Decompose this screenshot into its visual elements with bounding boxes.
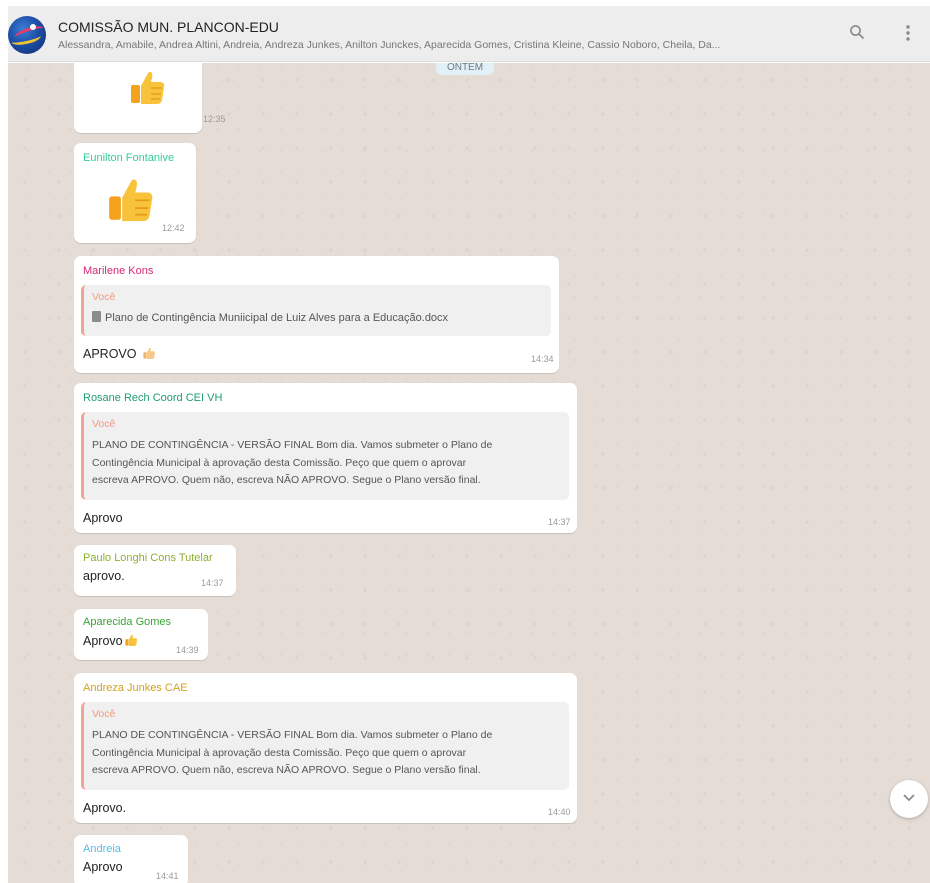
search-icon[interactable] xyxy=(846,24,868,46)
quoted-document: Plano de Contingência Muniicipal de Luiz… xyxy=(92,311,448,324)
message-time: 14:34 xyxy=(531,354,554,364)
message-text: Aprovo xyxy=(83,511,123,525)
message-bubble[interactable]: 12:35 xyxy=(74,63,226,133)
quoted-message[interactable]: Você PLANO DE CONTINGÊNCIA - VERSÃO FINA… xyxy=(81,702,569,790)
message-list[interactable]: ONTEM 12:35 Eunilton Fontanive 12:42 Mar… xyxy=(8,63,930,883)
thumbs-up-icon xyxy=(131,71,165,104)
quoted-message[interactable]: Você Plano de Contingência Muniicipal de… xyxy=(81,285,551,336)
message-bubble[interactable]: Andreia Aprovo 14:41 xyxy=(74,835,188,883)
message-time: 14:40 xyxy=(548,807,571,817)
message-sender[interactable]: Marilene Kons xyxy=(83,265,153,277)
thumbs-up-icon xyxy=(109,179,153,222)
chevron-down-icon xyxy=(903,794,915,802)
chat-header: COMISSÃO MUN. PLANCON-EDU Alessandra, Am… xyxy=(8,6,930,62)
message-time: 14:37 xyxy=(201,578,224,588)
thumbs-up-icon xyxy=(142,347,155,359)
quote-author: Você xyxy=(92,708,116,720)
message-sender[interactable]: Andreia xyxy=(83,843,121,855)
group-title[interactable]: COMISSÃO MUN. PLANCON-EDU xyxy=(58,19,279,35)
message-sender[interactable]: Andreza Junkes CAE xyxy=(83,682,188,694)
message-sender[interactable]: Rosane Rech Coord CEI VH xyxy=(83,392,222,404)
document-icon xyxy=(92,311,101,322)
message-time: 14:39 xyxy=(176,645,199,655)
message-bubble[interactable]: Aparecida Gomes Aprovo 14:39 xyxy=(74,609,208,660)
quote-body: PLANO DE CONTINGÊNCIA - VERSÃO FINAL Bom… xyxy=(92,729,493,776)
message-bubble[interactable]: Marilene Kons Você Plano de Contingência… xyxy=(74,256,559,373)
scroll-down-button[interactable] xyxy=(890,780,928,818)
message-time: 14:37 xyxy=(548,517,571,527)
message-text: Aprovo xyxy=(83,633,139,648)
group-participants[interactable]: Alessandra, Amabile, Andrea Altini, Andr… xyxy=(58,39,828,51)
date-divider: ONTEM xyxy=(436,63,494,75)
menu-dots-icon[interactable] xyxy=(897,24,919,46)
document-name: Plano de Contingência Muniicipal de Luiz… xyxy=(105,312,449,324)
message-bubble[interactable]: Eunilton Fontanive 12:42 xyxy=(74,143,196,243)
thumbs-up-icon xyxy=(125,634,137,646)
group-avatar[interactable] xyxy=(8,16,46,54)
message-sender[interactable]: Paulo Longhi Cons Tutelar xyxy=(83,552,213,564)
message-text: Aprovo. xyxy=(83,801,127,815)
message-sender[interactable]: Aparecida Gomes xyxy=(83,616,171,628)
message-sender[interactable]: Eunilton Fontanive xyxy=(83,152,174,164)
message-text: aprovo. xyxy=(83,569,125,583)
message-bubble[interactable]: Paulo Longhi Cons Tutelar aprovo. 14:37 xyxy=(74,545,236,596)
quoted-message[interactable]: Você PLANO DE CONTINGÊNCIA - VERSÃO FINA… xyxy=(81,412,569,500)
message-time: 14:41 xyxy=(156,871,179,881)
quote-author: Você xyxy=(92,291,116,303)
quote-author: Você xyxy=(92,418,116,430)
message-text: APROVO xyxy=(83,346,157,361)
whatsapp-window: COMISSÃO MUN. PLANCON-EDU Alessandra, Am… xyxy=(8,6,930,883)
message-time: 12:42 xyxy=(162,223,185,233)
message-time: 12:35 xyxy=(203,114,226,124)
quote-body: PLANO DE CONTINGÊNCIA - VERSÃO FINAL Bom… xyxy=(92,439,493,486)
message-bubble[interactable]: Rosane Rech Coord CEI VH Você PLANO DE C… xyxy=(74,383,577,533)
message-bubble[interactable]: Andreza Junkes CAE Você PLANO DE CONTING… xyxy=(74,673,577,823)
message-text: Aprovo xyxy=(83,860,123,874)
